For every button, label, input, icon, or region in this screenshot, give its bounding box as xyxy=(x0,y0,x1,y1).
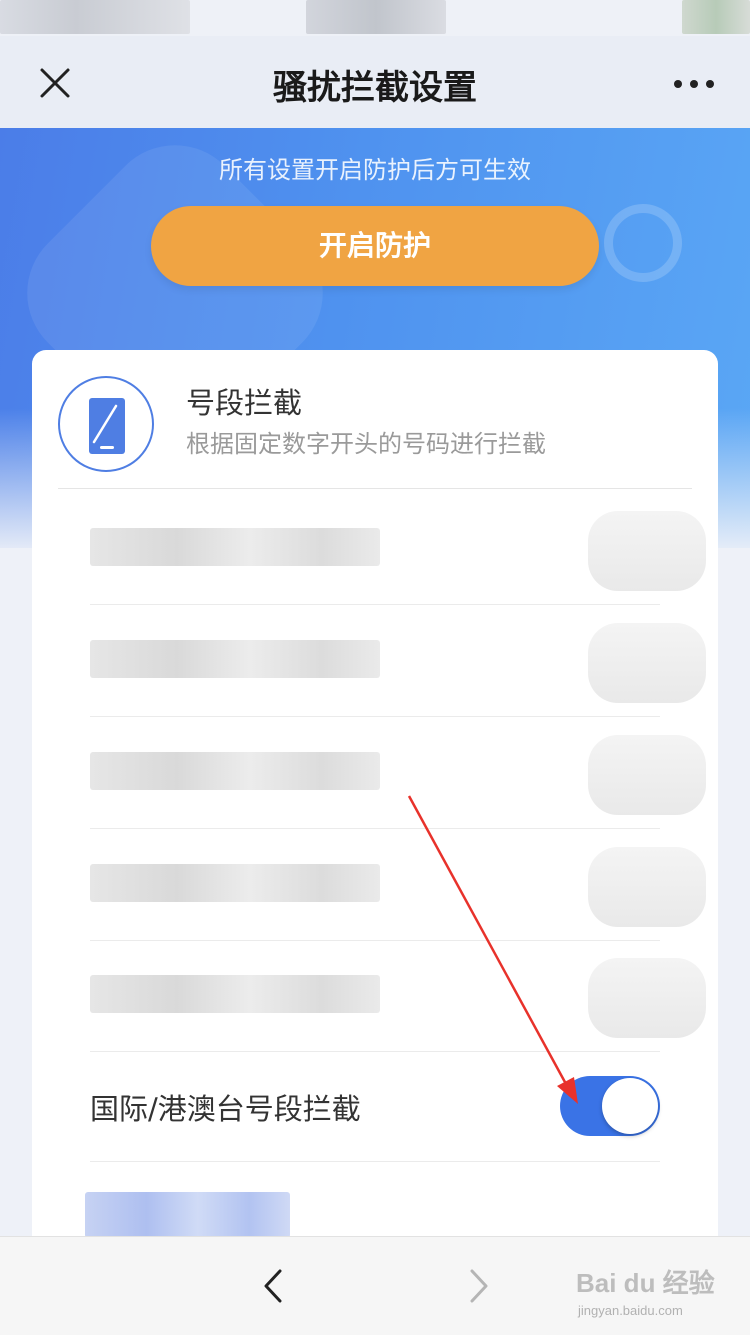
toggle-knob xyxy=(602,1078,658,1134)
status-blur-center xyxy=(306,0,446,34)
chevron-left-icon xyxy=(264,1269,282,1303)
divider xyxy=(90,1161,660,1162)
chevron-right-icon xyxy=(470,1269,488,1303)
card-subtitle: 根据固定数字开头的号码进行拦截 xyxy=(186,430,546,458)
intl-block-toggle[interactable] xyxy=(560,1076,660,1136)
blurred-label xyxy=(90,752,380,790)
toggle-switch[interactable] xyxy=(588,735,706,815)
blurred-label xyxy=(90,528,380,566)
list-item[interactable] xyxy=(90,940,706,1052)
toggle-switch[interactable] xyxy=(588,847,706,927)
toggle-switch[interactable] xyxy=(588,958,706,1038)
protection-note: 所有设置开启防护后方可生效 xyxy=(219,156,531,184)
phone-icon xyxy=(58,376,154,472)
watermark-logo: Bai du 经验 xyxy=(576,1268,715,1298)
blurred-label xyxy=(90,640,380,678)
enable-protection-button[interactable]: 开启防护 xyxy=(151,206,599,286)
divider xyxy=(58,488,692,489)
status-blur-right xyxy=(682,0,750,34)
list-item[interactable] xyxy=(90,829,706,941)
status-bar xyxy=(0,0,750,36)
card-title: 号段拦截 xyxy=(186,386,303,420)
nav-bar: 骚扰拦截设置 xyxy=(0,36,750,128)
intl-block-row[interactable]: 国际/港澳台号段拦截 xyxy=(90,1050,660,1162)
more-dots-icon xyxy=(674,80,714,88)
number-block-card: 号段拦截 根据固定数字开头的号码进行拦截 国际/港澳台号段拦截 xyxy=(32,350,718,1250)
forward-button[interactable] xyxy=(452,1261,502,1311)
blurred-label xyxy=(90,864,380,902)
decorative-ring xyxy=(604,204,682,282)
blurred-label xyxy=(90,975,380,1013)
close-icon xyxy=(40,68,70,98)
list-item[interactable] xyxy=(90,493,706,605)
blurred-link[interactable] xyxy=(85,1192,290,1238)
page-title: 骚扰拦截设置 xyxy=(273,68,477,108)
close-button[interactable] xyxy=(30,58,82,110)
more-button[interactable] xyxy=(664,58,724,110)
status-blur-left xyxy=(0,0,190,34)
back-button[interactable] xyxy=(250,1261,300,1311)
list-item[interactable] xyxy=(90,717,706,829)
intl-block-label: 国际/港澳台号段拦截 xyxy=(90,1092,361,1126)
bottom-toolbar: Bai du 经验 jingyan.baidu.com xyxy=(0,1236,750,1335)
toggle-switch[interactable] xyxy=(588,623,706,703)
list-item[interactable] xyxy=(90,605,706,717)
toggle-switch[interactable] xyxy=(588,511,706,591)
watermark-url: jingyan.baidu.com xyxy=(578,1303,683,1318)
